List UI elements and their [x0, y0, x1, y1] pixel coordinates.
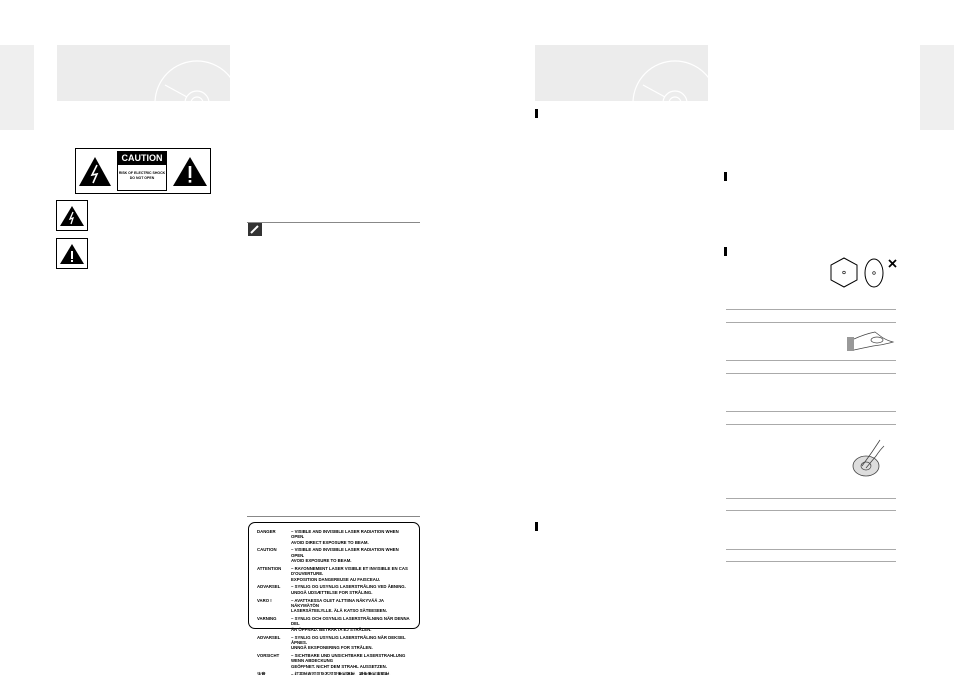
divider [726, 424, 896, 425]
label-text: – VISIBLE AND INVISIBLE LASER RADIATION … [291, 547, 399, 564]
label-row: 注意 – 打开时有可见及不可见激光辐射。避免激光束照射。 [257, 672, 411, 675]
section-marker [724, 172, 727, 181]
caution-title: CAUTION [117, 152, 166, 165]
label-text: – 打开时有可见及不可见激光辐射。避免激光束照射。 [291, 671, 394, 675]
laser-warning-label: DANGER – VISIBLE AND INVISIBLE LASER RADI… [248, 522, 420, 675]
disc-graphic-icon [632, 60, 708, 101]
label-row: DANGER – VISIBLE AND INVISIBLE LASER RADI… [257, 529, 411, 545]
exclamation-triangle-icon [60, 243, 84, 264]
divider [726, 309, 896, 310]
label-text: – SICHTBARE UND UNSICHTBARE LASERSTRAHLU… [291, 653, 406, 669]
divider [726, 561, 896, 562]
label-text: – SYNLIG OG USYNLIG LASERSTRÅLING VED ÅB… [291, 584, 406, 595]
label-keyword: DANGER [257, 529, 276, 534]
caution-sign: CAUTION RISK OF ELECTRIC SHOCK DO NOT OP… [75, 148, 211, 194]
note-rule [247, 222, 420, 223]
holding-disc-icon [847, 331, 895, 351]
label-keyword: VARNING [257, 616, 277, 622]
cleaning-disc-icon [852, 439, 885, 477]
section-marker [535, 109, 538, 118]
divider [726, 360, 896, 361]
label-row: VARNING – SYNLIG OCH OSYNLIG LASERSTRÅLNI… [257, 616, 411, 632]
label-keyword: VARO ! [257, 597, 272, 603]
divider [726, 411, 896, 412]
prohibited-x-icon [888, 259, 897, 268]
label-row: ADVARSEL – SYNLIG OG USYNLIG LASERSTRÅLIN… [257, 635, 411, 651]
exclamation-warning-icon [172, 157, 207, 186]
irregular-disc-icon [830, 257, 897, 288]
section-marker [724, 247, 727, 256]
divider [726, 549, 896, 550]
label-text: – SYNLIG OG USYNLIG LASERSTRÅLING NÅR DE… [291, 634, 406, 651]
label-row: ADVARSEL – SYNLIG OG USYNLIG LASERSTRÅLIN… [257, 584, 411, 595]
divider [726, 322, 896, 323]
label-rule [247, 516, 420, 517]
label-row: ATTENTION – RAYONNEMENT LASER VISIBLE ET … [257, 566, 411, 582]
label-row: VORSICHT – SICHTBARE UND UNSICHTBARE LASE… [257, 653, 411, 669]
label-keyword: 注意 [257, 671, 266, 675]
disc-graphic-icon [154, 60, 230, 101]
divider [726, 373, 896, 374]
electric-shock-icon [79, 157, 112, 186]
label-text: – VISIBLE AND INVISIBLE LASER RADIATION … [291, 529, 399, 545]
pencil-note-icon [248, 223, 262, 236]
caution-subtitle: RISK OF ELECTRIC SHOCK DO NOT OPEN [118, 171, 166, 180]
lightning-triangle-icon [60, 205, 84, 226]
label-text: – SYNLIG OCH OSYNLIG LASERSTRÅLNING NÄR … [291, 616, 410, 632]
label-text: – AVATTAESSA OLET ALTTIINA NÄKYVÄÄ JA NÄ… [291, 597, 387, 614]
label-keyword: ADVARSEL [257, 634, 281, 640]
left-header-banner [57, 45, 230, 101]
label-row: CAUTION – VISIBLE AND INVISIBLE LASER RAD… [257, 547, 411, 563]
label-keyword: VORSICHT [257, 653, 280, 659]
label-text: – RAYONNEMENT LASER VISIBLE ET INVISIBLE… [291, 565, 408, 582]
right-section-tab [920, 45, 954, 130]
attention-symbol [56, 238, 88, 269]
left-section-tab [0, 45, 34, 130]
label-keyword: ADVARSEL [257, 584, 281, 590]
electric-shock-symbol [56, 200, 88, 231]
manual-spread: CAUTION RISK OF ELECTRIC SHOCK DO NOT OP… [0, 0, 954, 675]
divider [726, 510, 896, 511]
divider [726, 498, 896, 499]
label-row: VARO ! – AVATTAESSA OLET ALTTIINA NÄKYVÄÄ… [257, 598, 411, 614]
right-header-banner [535, 45, 708, 101]
section-marker [535, 522, 538, 531]
label-keyword: ATTENTION [257, 565, 282, 571]
label-keyword: CAUTION [257, 547, 277, 553]
